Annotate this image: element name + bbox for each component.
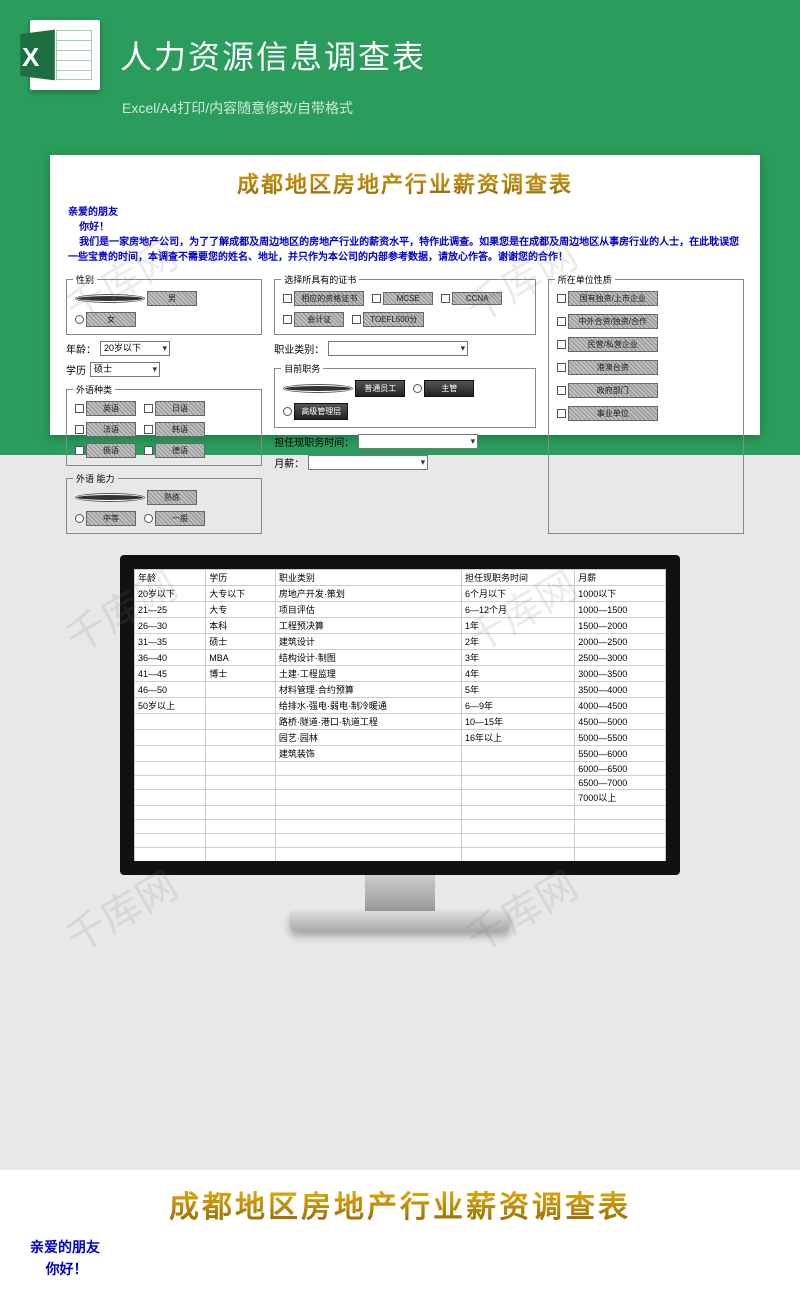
salary-select[interactable] bbox=[308, 455, 428, 470]
table-row bbox=[135, 806, 666, 820]
lang-opt[interactable]: 德语 bbox=[142, 442, 207, 459]
ability-opt[interactable]: 熟练 bbox=[73, 489, 199, 506]
excel-icon: X bbox=[30, 20, 100, 90]
lang-opt[interactable]: 日语 bbox=[142, 400, 207, 417]
gender-male[interactable]: 男 bbox=[73, 290, 199, 307]
lang-opt[interactable]: 法语 bbox=[73, 421, 138, 438]
lang-group: 外语种类 英语日语法语韩语俄语德语 bbox=[66, 383, 262, 466]
lang-opt[interactable]: 英语 bbox=[73, 400, 138, 417]
lang-opt[interactable]: 韩语 bbox=[142, 421, 207, 438]
unit-group: 所在单位性质 国有独资/上市企业中外合资/独资/合作民营/私营企业港澳台资政府部… bbox=[548, 273, 744, 534]
unit-opt[interactable]: 政府部门 bbox=[555, 382, 737, 399]
table-row: 建筑装饰5500—6000 bbox=[135, 746, 666, 762]
unit-opt[interactable]: 国有独资/上市企业 bbox=[555, 290, 737, 307]
ability-group: 外语 能力 熟练 中等 一般 bbox=[66, 472, 262, 534]
age-select[interactable]: 20岁以下 bbox=[100, 341, 170, 356]
cert-opt[interactable]: MCSE bbox=[370, 290, 435, 307]
table-row: 50岁以上给排水·强电·弱电·制冷暖通6—9年4000—4500 bbox=[135, 698, 666, 714]
form-title: 成都地区房地产行业薪资调查表 bbox=[60, 167, 750, 199]
screen: 年龄学历职业类别担任现职务时间月薪 20岁以下大专以下房地产开发·策划6个月以下… bbox=[120, 555, 680, 875]
form-intro: 亲爱的朋友 你好！ 我们是一家房地产公司，为了了解成都及周边地区的房地产行业的薪… bbox=[60, 205, 750, 265]
edu-select[interactable]: 硕士 bbox=[90, 362, 160, 377]
bottom-greeting: 亲爱的朋友 你好！ bbox=[20, 1236, 780, 1281]
col-header: 年龄 bbox=[135, 570, 206, 586]
unit-opt[interactable]: 港澳台资 bbox=[555, 359, 737, 376]
table-row: 路桥·隧道·港口·轨道工程10—15年4500—5000 bbox=[135, 714, 666, 730]
monitor-preview: 年龄学历职业类别担任现职务时间月薪 20岁以下大专以下房地产开发·策划6个月以下… bbox=[120, 555, 680, 955]
table-row: 26—30本科工程预决算1年1500—2000 bbox=[135, 618, 666, 634]
table-row bbox=[135, 834, 666, 848]
ability-opt[interactable]: 中等 bbox=[73, 510, 138, 527]
cert-opt[interactable]: 会计证 bbox=[281, 311, 346, 328]
pos-opt[interactable]: 普通员工 bbox=[281, 379, 407, 398]
form-body: 性别 男 女 年龄：20岁以下 学历硕士 外语种类 英语日语法语韩语俄语德语 外… bbox=[60, 273, 750, 534]
table-row bbox=[135, 820, 666, 834]
table-row bbox=[135, 848, 666, 862]
cert-opt[interactable]: CCNA bbox=[439, 290, 504, 307]
table-row: 21—25大专项目评估6—12个月1000—1500 bbox=[135, 602, 666, 618]
table-row: 41—45博士土建·工程监理4年3000—3500 bbox=[135, 666, 666, 682]
table-row: 46—50材料管理·合约预算5年3500—4000 bbox=[135, 682, 666, 698]
jobcat-select[interactable] bbox=[328, 341, 468, 356]
header: X 人力资源信息调查表 bbox=[0, 0, 800, 90]
cert-opt[interactable]: TOEFL500分 bbox=[350, 311, 426, 328]
page-subtitle: Excel/A4打印/内容随意修改/自带格式 bbox=[0, 90, 800, 118]
col-header: 职业类别 bbox=[275, 570, 461, 586]
table-row: 36—40MBA结构设计·制图3年2500—3000 bbox=[135, 650, 666, 666]
unit-opt[interactable]: 民营/私营企业 bbox=[555, 336, 737, 353]
table-row: 7000以上 bbox=[135, 790, 666, 806]
table-row: 6500—7000 bbox=[135, 776, 666, 790]
table-row: 20岁以下大专以下房地产开发·策划6个月以下1000以下 bbox=[135, 586, 666, 602]
unit-opt[interactable]: 事业单位 bbox=[555, 405, 737, 422]
gender-group: 性别 男 女 bbox=[66, 273, 262, 335]
bottom-preview: 成都地区房地产行业薪资调查表 亲爱的朋友 你好！ bbox=[0, 1172, 800, 1300]
gender-female[interactable]: 女 bbox=[73, 311, 138, 328]
page-title: 人力资源信息调查表 bbox=[120, 32, 426, 78]
table-row: 31—35硕士建筑设计2年2000—2500 bbox=[135, 634, 666, 650]
col-header: 月薪 bbox=[575, 570, 666, 586]
table-row: 园艺·园林16年以上5000—5500 bbox=[135, 730, 666, 746]
unit-opt[interactable]: 中外合资/独资/合作 bbox=[555, 313, 737, 330]
pos-opt[interactable]: 主管 bbox=[411, 379, 476, 398]
bottom-title: 成都地区房地产行业薪资调查表 bbox=[20, 1182, 780, 1226]
form-preview: 成都地区房地产行业薪资调查表 亲爱的朋友 你好！ 我们是一家房地产公司，为了了解… bbox=[50, 155, 760, 435]
tenure-select[interactable] bbox=[358, 434, 478, 449]
ability-opt[interactable]: 一般 bbox=[142, 510, 207, 527]
pos-opt[interactable]: 高级管理层 bbox=[281, 402, 350, 421]
col-header: 学历 bbox=[206, 570, 276, 586]
table-row: 6000—6500 bbox=[135, 762, 666, 776]
cert-opt[interactable]: 相应的资格证书 bbox=[281, 290, 366, 307]
data-table: 年龄学历职业类别担任现职务时间月薪 20岁以下大专以下房地产开发·策划6个月以下… bbox=[134, 569, 666, 862]
position-group: 目前职务 普通员工 主管 高级管理层 bbox=[274, 362, 536, 428]
lang-opt[interactable]: 俄语 bbox=[73, 442, 138, 459]
col-header: 担任现职务时间 bbox=[461, 570, 574, 586]
cert-group: 选择所具有的证书 相应的资格证书MCSECCNA会计证TOEFL500分 bbox=[274, 273, 536, 335]
